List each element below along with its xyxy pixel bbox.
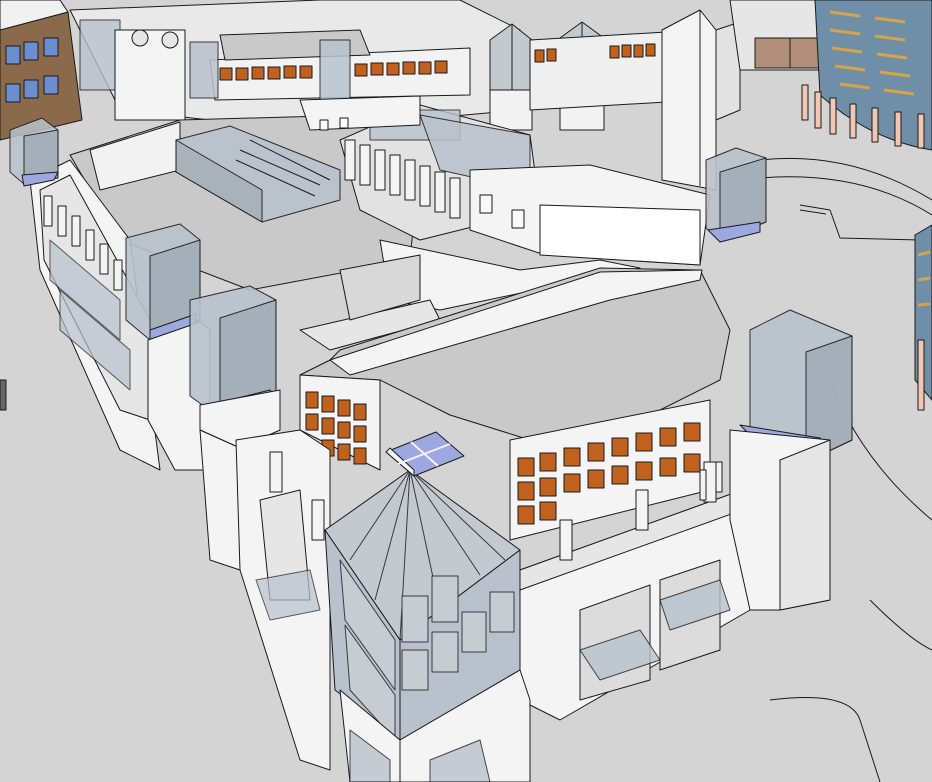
background-building-right-top bbox=[729, 0, 831, 71]
glass-stair-tower-center-right bbox=[705, 147, 767, 243]
glass-stair-tower-far-left bbox=[9, 117, 59, 187]
model-viewport[interactable] bbox=[0, 0, 932, 782]
architectural-3d-model[interactable] bbox=[0, 0, 932, 782]
background-rotunda-lower-right bbox=[914, 224, 932, 411]
left-edge-small-post bbox=[0, 379, 7, 411]
background-rotunda bbox=[801, 0, 932, 151]
